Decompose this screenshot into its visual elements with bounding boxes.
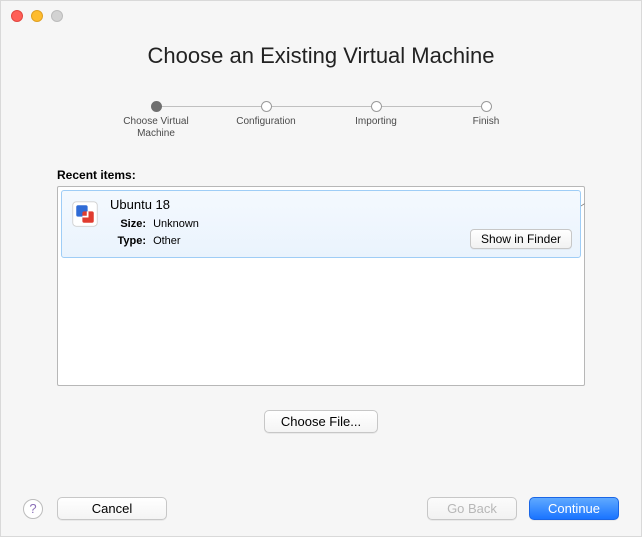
size-value: Unknown: [153, 218, 199, 230]
step-indicator-icon: [371, 101, 382, 112]
step-label: Choose Virtual Machine: [111, 116, 201, 140]
minimize-window-button[interactable]: [31, 10, 43, 22]
wizard-footer: ? Cancel Go Back Continue: [1, 497, 641, 520]
step-indicator-icon: [261, 101, 272, 112]
zoom-window-button: [51, 10, 63, 22]
recent-item[interactable]: Ubuntu 18 Size: Unknown Type: Other Show…: [61, 190, 581, 258]
continue-button[interactable]: Continue: [529, 497, 619, 520]
go-back-button: Go Back: [427, 497, 517, 520]
recent-item-details: Ubuntu 18 Size: Unknown Type: Other: [110, 197, 199, 249]
page-title: Choose an Existing Virtual Machine: [1, 1, 641, 69]
wizard-steps: Choose Virtual Machine Configuration Imp…: [86, 101, 556, 140]
step-indicator-icon: [151, 101, 162, 112]
window-controls: [11, 10, 63, 22]
vm-icon: [70, 199, 100, 229]
recent-items-header: Recent items:: [57, 168, 641, 182]
choose-file-button[interactable]: Choose File...: [264, 410, 378, 433]
step-label: Finish: [473, 116, 500, 128]
size-label: Size:: [110, 216, 146, 233]
show-in-finder-button[interactable]: Show in Finder: [470, 229, 572, 249]
help-button[interactable]: ?: [23, 499, 43, 519]
recent-item-name: Ubuntu 18: [110, 197, 199, 212]
close-window-button[interactable]: [11, 10, 23, 22]
step-choose-vm: Choose Virtual Machine: [101, 101, 211, 140]
step-indicator-icon: [481, 101, 492, 112]
type-value: Other: [153, 235, 181, 247]
step-label: Configuration: [236, 116, 295, 128]
step-label: Importing: [355, 116, 397, 128]
wizard-window: Choose an Existing Virtual Machine Choos…: [0, 0, 642, 537]
cancel-button[interactable]: Cancel: [57, 497, 167, 520]
recent-items-list: Ubuntu 18 Size: Unknown Type: Other Show…: [57, 186, 585, 386]
type-label: Type:: [110, 233, 146, 250]
